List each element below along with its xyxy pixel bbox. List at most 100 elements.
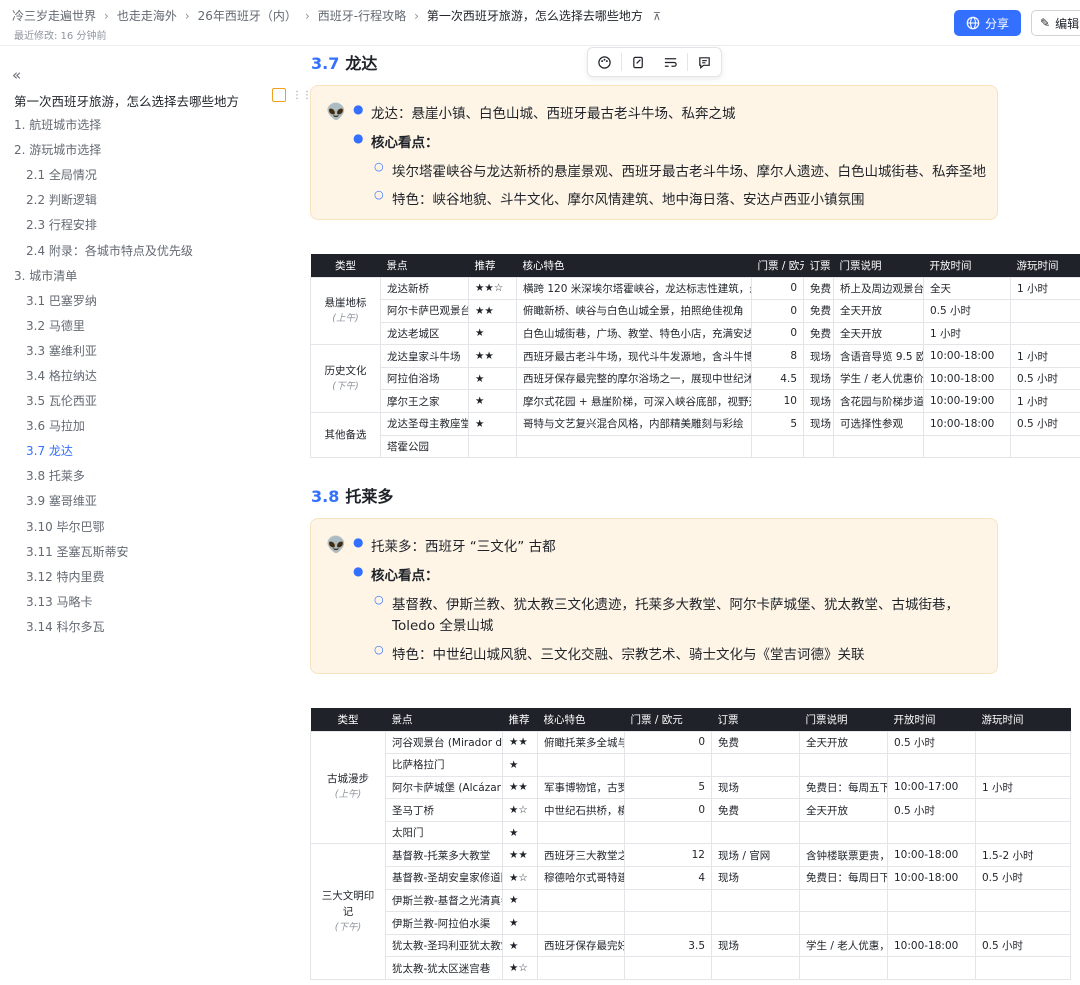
table-cell[interactable]: ★★ (502, 730, 538, 755)
table-cell[interactable]: 桥上及周边观景台均 (833, 276, 924, 301)
table-cell[interactable] (975, 956, 1071, 981)
table-cell[interactable]: 10:00-19:00 (923, 389, 1011, 414)
table-cell[interactable]: 基督教-圣胡安皇家修道院 (385, 866, 503, 890)
table-cell[interactable]: 摩尔式花园 + 悬崖阶梯，可深入峡谷底部，视野开阔 (516, 389, 752, 414)
column-header[interactable]: 订票 (711, 708, 800, 731)
table-cell[interactable]: 10:00-18:00 (923, 344, 1011, 368)
column-header[interactable]: 景点 (385, 708, 503, 731)
bookmark-icon[interactable] (272, 88, 286, 102)
table-cell[interactable]: 哥特与文艺复兴混合风格，内部精美雕刻与彩绘 (516, 412, 752, 436)
table-cell[interactable]: 俯瞰新桥、峡谷与白色山城全景，拍照绝佳视角 (516, 299, 752, 323)
table-cell[interactable]: 俯瞰托莱多全城与塔 (537, 730, 625, 755)
table-cell[interactable] (711, 820, 800, 845)
table-cell[interactable]: ★☆ (502, 866, 538, 890)
table-cell[interactable]: ★☆ (502, 956, 538, 981)
table-cell[interactable]: 4 (624, 866, 712, 890)
table-cell[interactable]: 0 (624, 798, 712, 822)
table-cell[interactable] (624, 888, 712, 913)
table-cell[interactable]: 现场 (803, 389, 834, 414)
comment-icon[interactable] (688, 47, 721, 77)
table-cell[interactable] (624, 753, 712, 777)
breadcrumb-item[interactable]: 西班牙-行程攻略 (318, 7, 406, 24)
table-cell[interactable]: ★ (502, 888, 538, 913)
table-cell[interactable] (537, 956, 625, 981)
toc-item[interactable]: 3. 城市清单 (0, 263, 300, 288)
table-cell[interactable]: 12 (624, 843, 712, 868)
table-cell[interactable]: 含钟楼联票更贵，学 (799, 843, 888, 868)
table-cell[interactable]: 阿拉伯浴场 (380, 366, 469, 391)
column-header[interactable]: 订票 (803, 254, 834, 277)
table-cell[interactable]: 0 (751, 321, 804, 346)
toc-item[interactable]: 2. 游玩城市选择 (0, 137, 300, 162)
table-cell[interactable]: 全天开放 (833, 299, 924, 323)
table-cell[interactable]: ★ (468, 412, 517, 436)
toc-item[interactable]: 3.5 瓦伦西亚 (0, 388, 300, 413)
table-cell[interactable]: ★★ (468, 299, 517, 323)
toc-item[interactable]: 3.2 马德里 (0, 313, 300, 338)
table-cell[interactable]: 1 小时 (1010, 276, 1080, 301)
table-cell[interactable]: 现场 (803, 344, 834, 368)
table-cell[interactable] (923, 434, 1011, 459)
table-cell[interactable]: 10:00-18:00 (923, 366, 1011, 391)
table-cell[interactable]: 白色山城街巷，广场、教堂、特色小店，充满安达卢 (516, 321, 752, 346)
table-cell[interactable] (887, 956, 976, 981)
table-cell[interactable]: 龙达老城区 (380, 321, 469, 346)
table-cell[interactable]: 伊斯兰教-基督之光清真寺 (385, 888, 503, 913)
table-cell[interactable]: 免费 (711, 798, 800, 822)
type-cell[interactable]: 三大文明印记 (下午) (310, 843, 386, 981)
table-cell[interactable]: ★★ (502, 775, 538, 800)
table-cell[interactable]: 10:00-18:00 (923, 412, 1011, 436)
table-cell[interactable]: 1 小时 (975, 775, 1071, 800)
toc-item[interactable]: 3.10 毕尔巴鄂 (0, 514, 300, 539)
toc-item[interactable]: 1. 航班城市选择 (0, 112, 300, 137)
link-icon[interactable] (622, 47, 655, 77)
toc-item[interactable]: 2.2 判断逻辑 (0, 187, 300, 212)
table-cell[interactable]: 全天开放 (833, 321, 924, 346)
table-cell[interactable]: ★ (502, 933, 538, 958)
column-header[interactable]: 门票说明 (833, 254, 924, 277)
toc-item[interactable]: 2.3 行程安排 (0, 212, 300, 237)
table-cell[interactable]: 0 (624, 730, 712, 755)
toc-item[interactable]: 3.11 圣塞瓦斯蒂安 (0, 539, 300, 564)
table-cell[interactable] (975, 730, 1071, 755)
table-cell[interactable]: 0.5 小时 (1010, 412, 1080, 436)
toc-item[interactable]: 3.3 塞维利亚 (0, 338, 300, 363)
table-cell[interactable]: 西班牙三大教堂之一 (537, 843, 625, 868)
column-header[interactable]: 景点 (380, 254, 469, 277)
wrap-text-icon[interactable] (655, 47, 688, 77)
table-cell[interactable]: 3.5 (624, 933, 712, 958)
toc-item[interactable]: 3.8 托莱多 (0, 463, 300, 488)
table-cell[interactable] (887, 753, 976, 777)
share-button[interactable]: 分享 (954, 10, 1021, 36)
type-cell[interactable]: 古城漫步 (上午) (310, 730, 386, 845)
table-cell[interactable] (1010, 321, 1080, 346)
table-cell[interactable]: 现场 (711, 775, 800, 800)
table-cell[interactable]: 塔霍公园 (380, 434, 469, 459)
table-cell[interactable]: 1.5-2 小时 (975, 843, 1071, 868)
table-cell[interactable]: 横跨 120 米深埃尔塔霍峡谷，龙达标志性建筑，悬崖 (516, 276, 752, 301)
sidebar-doc-title[interactable]: 第一次西班牙旅游，怎么选择去哪些地方 (14, 91, 239, 110)
table-cell[interactable]: 现场 (803, 366, 834, 391)
table-cell[interactable]: ★ (468, 366, 517, 391)
table-cell[interactable]: 军事博物馆，古罗马 (537, 775, 625, 800)
column-header[interactable]: 门票说明 (799, 708, 888, 731)
table-cell[interactable] (803, 434, 834, 459)
table-cell[interactable] (975, 911, 1071, 935)
table-cell[interactable]: 龙达新桥 (380, 276, 469, 301)
breadcrumb-item[interactable]: 也走走海外 (117, 7, 177, 24)
toc-item[interactable]: 3.13 马略卡 (0, 589, 300, 614)
table-cell[interactable] (711, 753, 800, 777)
table-cell[interactable]: 10:00-18:00 (887, 866, 976, 890)
table-cell[interactable]: 免费 (803, 299, 834, 323)
table-cell[interactable]: 中世纪石拱桥，横跨 (537, 798, 625, 822)
column-header[interactable]: 类型 (310, 708, 386, 731)
table-cell[interactable]: 学生 / 老人优惠价 3 (833, 366, 924, 391)
breadcrumb-item[interactable]: 26年西班牙（内） (198, 7, 297, 24)
table-cell[interactable]: 0.5 小时 (1010, 366, 1080, 391)
toc-item[interactable]: 3.1 巴塞罗纳 (0, 288, 300, 313)
table-cell[interactable] (1010, 299, 1080, 323)
table-cell[interactable] (887, 888, 976, 913)
table-cell[interactable]: 现场 (803, 412, 834, 436)
table-cell[interactable]: 5 (624, 775, 712, 800)
table-cell[interactable]: 8 (751, 344, 804, 368)
